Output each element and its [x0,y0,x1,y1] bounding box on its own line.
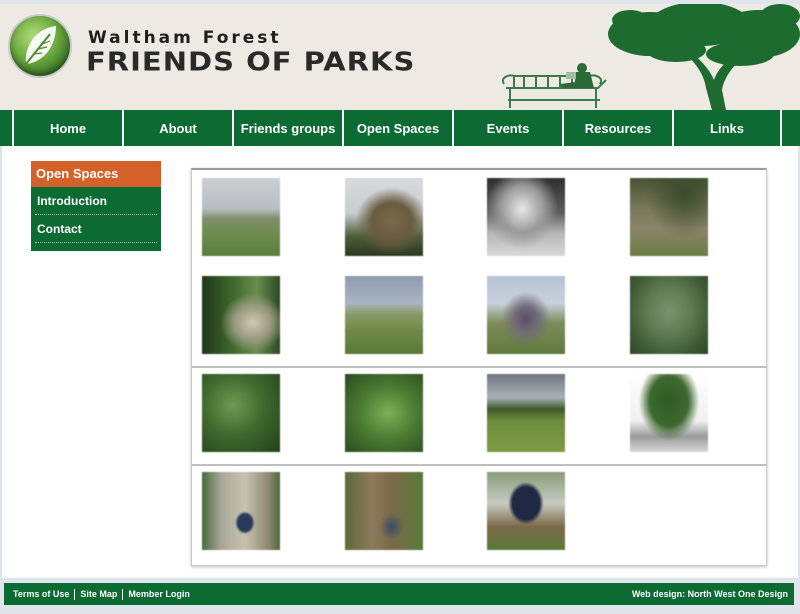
photo-thumbnail[interactable] [630,276,708,354]
site-header: Waltham Forest FRIENDS OF PARKS [0,4,800,110]
brand-subtitle: Waltham Forest [88,28,282,48]
nav-home[interactable]: Home [12,110,122,146]
nav-links[interactable]: Links [672,110,782,146]
nav-friends-groups[interactable]: Friends groups [232,110,342,146]
side-menu-contact[interactable]: Contact [31,215,161,243]
logo[interactable] [8,14,72,78]
photo-thumbnail[interactable] [487,374,565,452]
side-menu-title[interactable]: Open Spaces [31,161,161,187]
site-footer: Terms of Use Site Map Member Login Web d… [4,583,794,605]
photo-thumbnail[interactable] [487,276,565,354]
photo-thumbnail[interactable] [202,472,280,550]
brand-title: FRIENDS OF PARKS [86,46,416,77]
photo-thumbnail[interactable] [345,374,423,452]
footer-terms-link[interactable]: Terms of Use [8,588,76,600]
nav-resources[interactable]: Resources [562,110,672,146]
photo-thumbnail[interactable] [345,472,423,550]
footer-member-login-link[interactable]: Member Login [123,589,195,600]
tree-bench-illustration [502,4,800,110]
photo-thumbnail[interactable] [202,374,280,452]
photo-thumbnail[interactable] [630,178,708,256]
photo-thumbnail[interactable] [202,276,280,354]
main-nav: Home About Friends groups Open Spaces Ev… [0,110,800,146]
photo-thumbnail[interactable] [202,178,280,256]
side-menu-introduction[interactable]: Introduction [31,187,161,215]
leaf-icon [25,26,56,65]
gallery-divider [192,464,766,466]
photo-thumbnail[interactable] [345,178,423,256]
nav-events[interactable]: Events [452,110,562,146]
photo-thumbnail[interactable] [487,472,565,550]
photo-thumbnail[interactable] [345,276,423,354]
side-menu: Open Spaces Introduction Contact [31,161,161,251]
footer-sitemap-link[interactable]: Site Map [75,588,124,600]
photo-gallery [191,168,767,566]
nav-open-spaces[interactable]: Open Spaces [342,110,452,146]
photo-thumbnail[interactable] [487,178,565,256]
nav-about[interactable]: About [122,110,232,146]
gallery-divider [192,366,766,368]
design-credit[interactable]: Web design: North West One Design [632,583,788,605]
photo-thumbnail[interactable] [630,374,708,452]
footer-links: Terms of Use Site Map Member Login [8,583,195,605]
